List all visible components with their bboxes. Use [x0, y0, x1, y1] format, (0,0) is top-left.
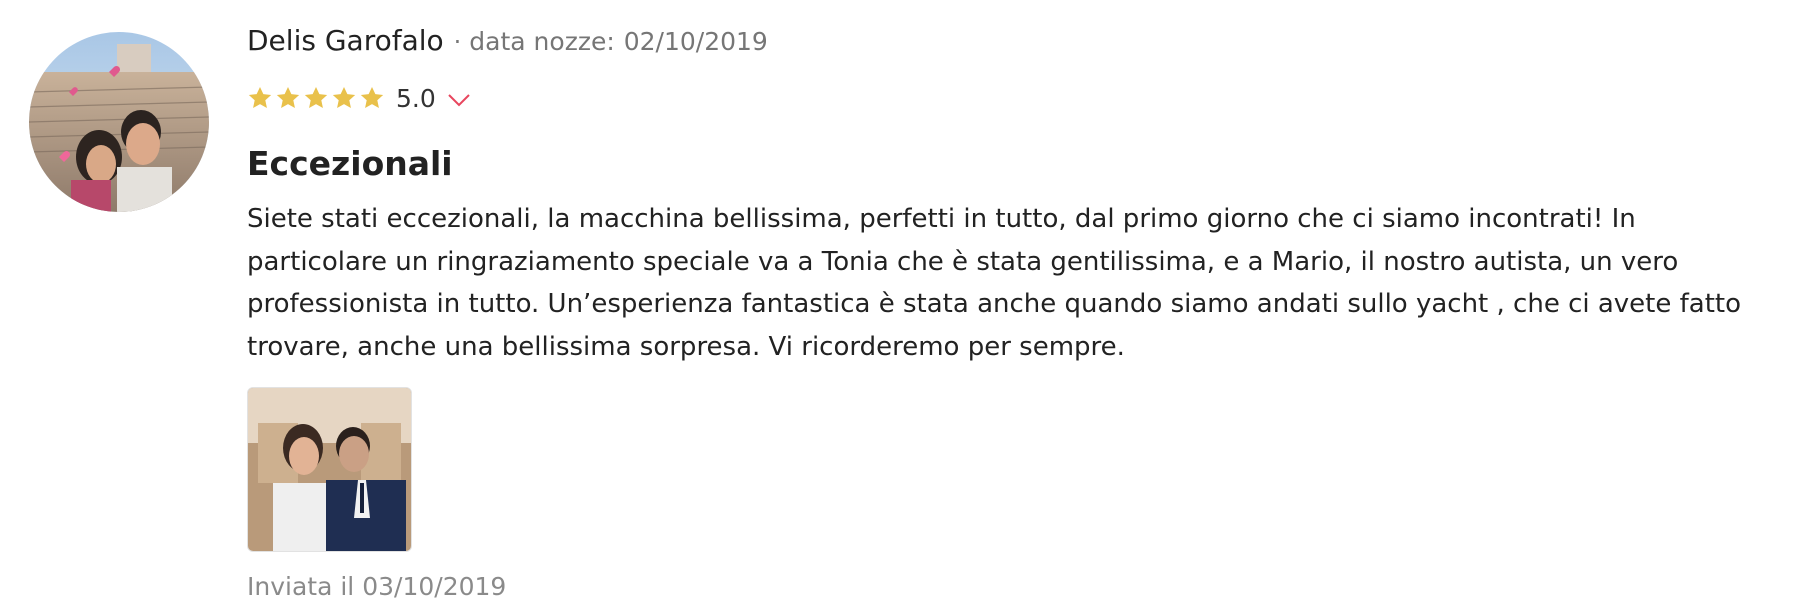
author-name[interactable]: Delis Garofalo — [247, 24, 444, 57]
star-rating — [247, 85, 385, 111]
review-body: Siete stati eccezionali, la macchina bel… — [247, 204, 1742, 362]
wedding-date-label: data nozze: — [469, 27, 615, 56]
chevron-down-icon[interactable] — [447, 91, 471, 109]
avatar — [29, 32, 209, 212]
star-icon — [331, 85, 357, 111]
review-header: Delis Garofalo · data nozze: 02/10/2019 — [247, 24, 1777, 66]
review-content: Delis Garofalo · data nozze: 02/10/2019 … — [247, 24, 1777, 368]
star-icon — [275, 85, 301, 111]
sent-date: 03/10/2019 — [362, 572, 507, 601]
meta-separator: · — [453, 28, 462, 56]
star-icon — [359, 85, 385, 111]
review-title: Eccezionali — [247, 144, 453, 183]
review-photo-thumbnail[interactable] — [247, 387, 412, 552]
star-icon — [303, 85, 329, 111]
star-icon — [247, 85, 273, 111]
sent-label: Inviata il — [247, 572, 355, 601]
wedding-date: 02/10/2019 — [623, 27, 768, 56]
rating-value: 5.0 — [396, 83, 436, 113]
rating-row: 5.0 — [247, 76, 1777, 120]
sent-date-line: Inviata il 03/10/2019 — [247, 572, 506, 601]
